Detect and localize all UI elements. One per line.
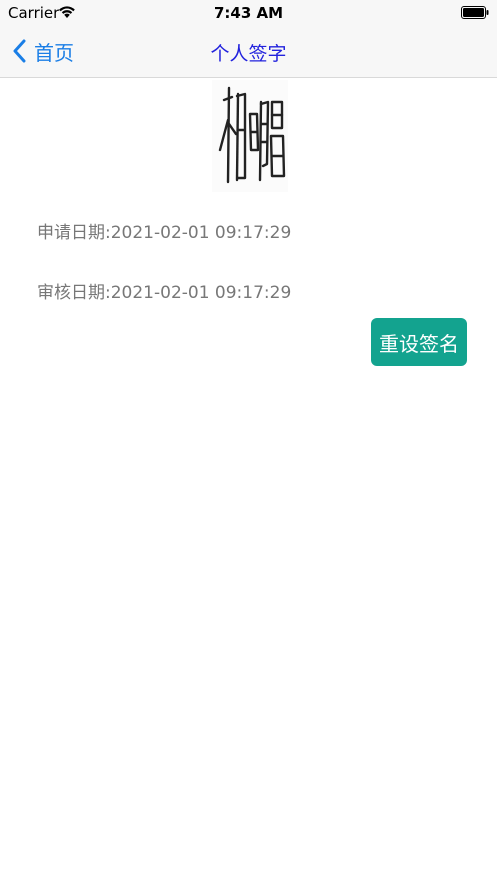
reset-signature-button[interactable]: 重设签名 bbox=[371, 318, 467, 366]
review-date: 审核日期:2021-02-01 09:17:29 bbox=[37, 283, 292, 303]
navigation-bar: 首页 个人签字 bbox=[0, 26, 497, 78]
apply-date: 申请日期:2021-02-01 09:17:29 bbox=[37, 223, 292, 243]
clock: 7:43 AM bbox=[213, 4, 284, 22]
signature-image bbox=[212, 80, 288, 192]
page-title: 个人签字 bbox=[210, 43, 287, 65]
status-bar: Carrier 7:43 AM bbox=[0, 0, 497, 26]
signature-screen: Carrier 7:43 AM 首页 个人签字 申请日期:2021-02-01 … bbox=[0, 0, 497, 883]
battery-icon bbox=[461, 6, 489, 19]
